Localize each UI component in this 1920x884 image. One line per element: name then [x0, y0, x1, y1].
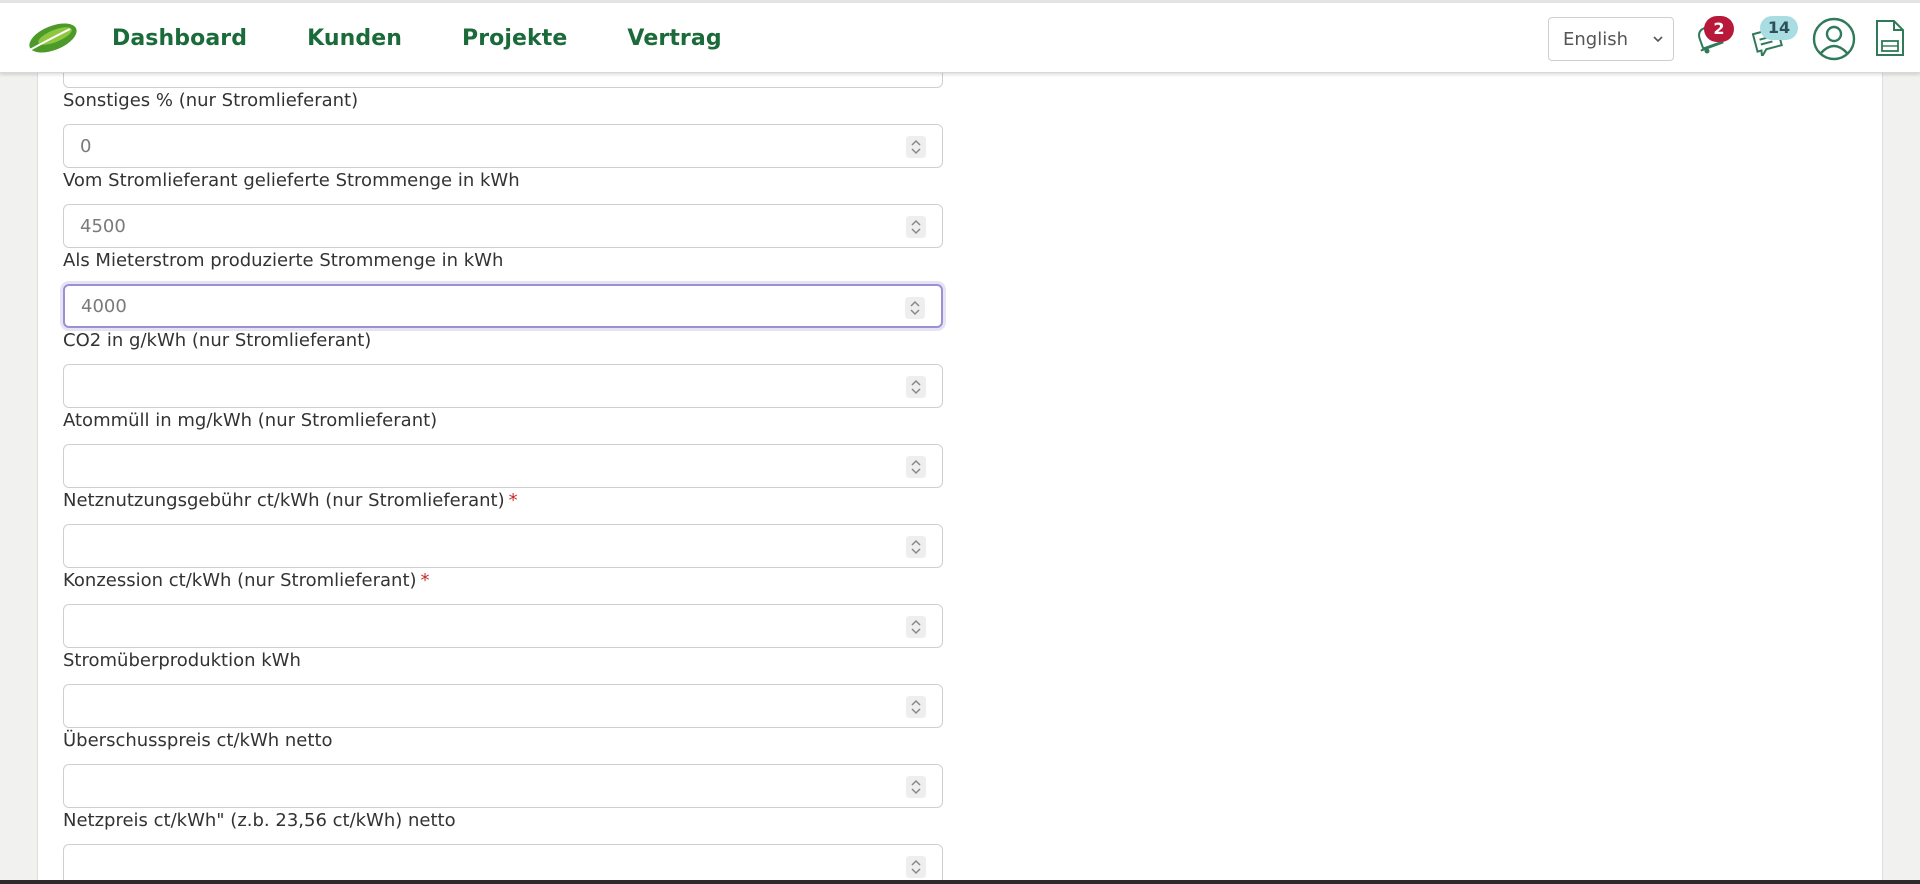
field-label-co2: CO2 in g/kWh (nur Stromlieferant) [63, 330, 372, 351]
window-bottom-edge [0, 880, 1920, 884]
field-label-konzession: Konzession ct/kWh (nur Stromlieferant) * [63, 570, 430, 591]
mieterstrom-value: 4000 [81, 295, 127, 317]
sonstiges-value: 0 [80, 135, 92, 157]
message-count-badge: 14 [1760, 16, 1798, 40]
notification-count-badge: 2 [1704, 16, 1734, 42]
mieterstrom-input[interactable]: 4000 [63, 284, 943, 328]
number-stepper-icon[interactable] [906, 776, 926, 798]
user-profile-icon[interactable] [1812, 17, 1856, 61]
field-label-ueberschusspreis: Überschusspreis ct/kWh netto [63, 730, 333, 751]
required-marker: * [508, 490, 518, 511]
nav-vertrag[interactable]: Vertrag [627, 26, 721, 51]
field-label-sonstiges: Sonstiges % (nur Stromlieferant) [63, 90, 359, 111]
language-selected-value: English [1563, 28, 1628, 50]
number-stepper-icon[interactable] [906, 456, 926, 478]
chevron-down-icon [1653, 36, 1663, 43]
required-marker: * [420, 570, 430, 591]
nav-projekte[interactable]: Projekte [462, 26, 567, 51]
number-stepper-icon[interactable] [905, 297, 925, 319]
number-stepper-icon[interactable] [906, 856, 926, 878]
stromueberproduktion-input[interactable] [63, 684, 943, 728]
number-stepper-icon[interactable] [906, 616, 926, 638]
app-header: Dashboard Kunden Projekte Vertrag Englis… [0, 3, 1920, 73]
field-label-atommuell: Atommüll in mg/kWh (nur Stromlieferant) [63, 410, 438, 431]
field-label-gelieferte-strommenge: Vom Stromlieferant gelieferte Strommenge… [63, 170, 520, 191]
number-stepper-icon[interactable] [906, 696, 926, 718]
co2-input[interactable] [63, 364, 943, 408]
konzession-input[interactable] [63, 604, 943, 648]
field-label-mieterstrom: Als Mieterstrom produzierte Strommenge i… [63, 250, 504, 271]
netznutzungsgebuehr-input[interactable] [63, 524, 943, 568]
sonstiges-input[interactable]: 0 [63, 124, 943, 168]
field-label-netzpreis: Netzpreis ct/kWh" (z.b. 23,56 ct/kWh) ne… [63, 810, 456, 831]
leaf-logo-icon[interactable] [24, 21, 78, 55]
netzpreis-input[interactable] [63, 844, 943, 884]
field-label-netznutzungsgebuehr: Netznutzungsgebühr ct/kWh (nur Stromlief… [63, 490, 518, 511]
number-stepper-icon[interactable] [906, 216, 926, 238]
gelieferte-strommenge-input[interactable]: 4500 [63, 204, 943, 248]
main-nav: Dashboard Kunden Projekte Vertrag [112, 3, 722, 73]
number-stepper-icon[interactable] [906, 136, 926, 158]
ueberschusspreis-input[interactable] [63, 764, 943, 808]
nav-dashboard[interactable]: Dashboard [112, 26, 247, 51]
language-select[interactable]: English [1548, 17, 1674, 61]
number-stepper-icon[interactable] [906, 376, 926, 398]
document-icon[interactable] [1874, 19, 1906, 57]
form-card: Sonstiges % (nur Stromlieferant) 0 Vom S… [37, 40, 1883, 884]
field-label-stromueberproduktion: Stromüberproduktion kWh [63, 650, 301, 671]
nav-kunden[interactable]: Kunden [307, 26, 402, 51]
gelieferte-strommenge-value: 4500 [80, 215, 126, 237]
atommuell-input[interactable] [63, 444, 943, 488]
number-stepper-icon[interactable] [906, 536, 926, 558]
